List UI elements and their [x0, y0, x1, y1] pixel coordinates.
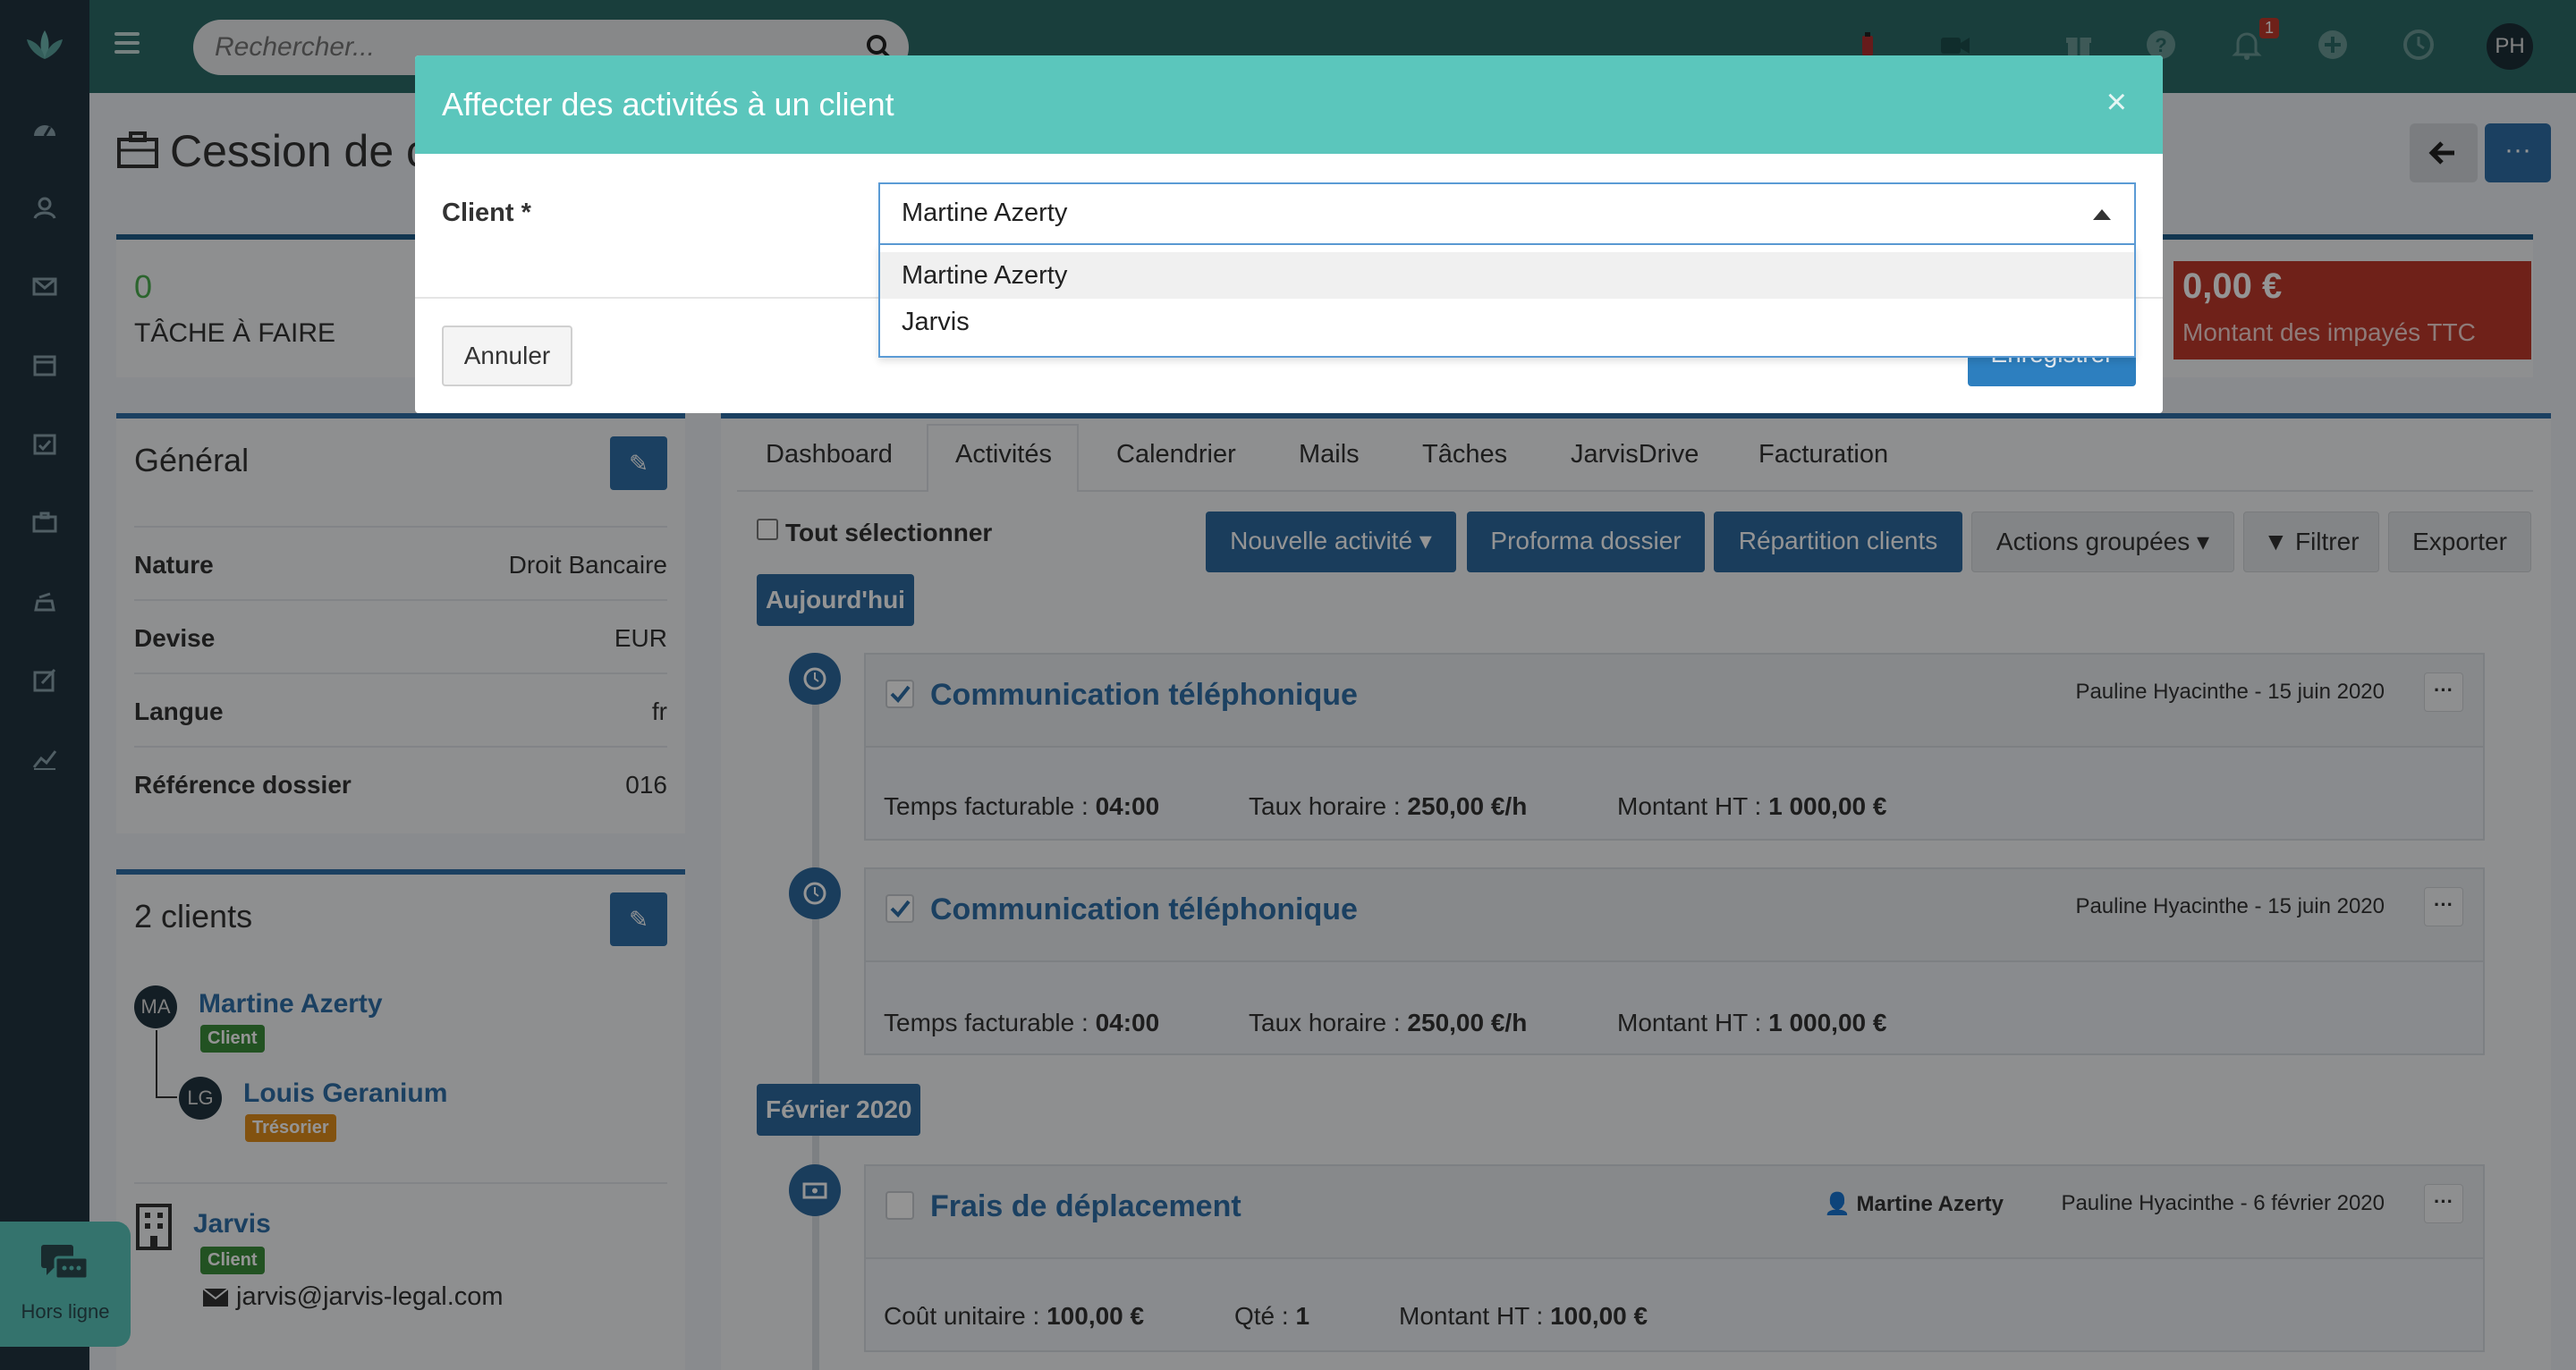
dropdown-option[interactable]: Martine Azerty	[880, 252, 2134, 299]
assign-client-modal: Affecter des activités à un client × Cli…	[415, 55, 2163, 413]
client-field-label: Client *	[442, 199, 531, 227]
client-dropdown: Martine Azerty Jarvis	[878, 245, 2136, 358]
cancel-button[interactable]: Annuler	[442, 326, 572, 386]
modal-header: Affecter des activités à un client ×	[415, 55, 2163, 154]
dropdown-option[interactable]: Jarvis	[880, 299, 2134, 345]
client-search-input[interactable]	[902, 199, 2064, 228]
caret-up-icon[interactable]	[2093, 209, 2111, 220]
client-select[interactable]	[878, 182, 2136, 245]
close-icon[interactable]: ×	[2106, 82, 2127, 123]
modal-title: Affecter des activités à un client	[442, 86, 894, 123]
